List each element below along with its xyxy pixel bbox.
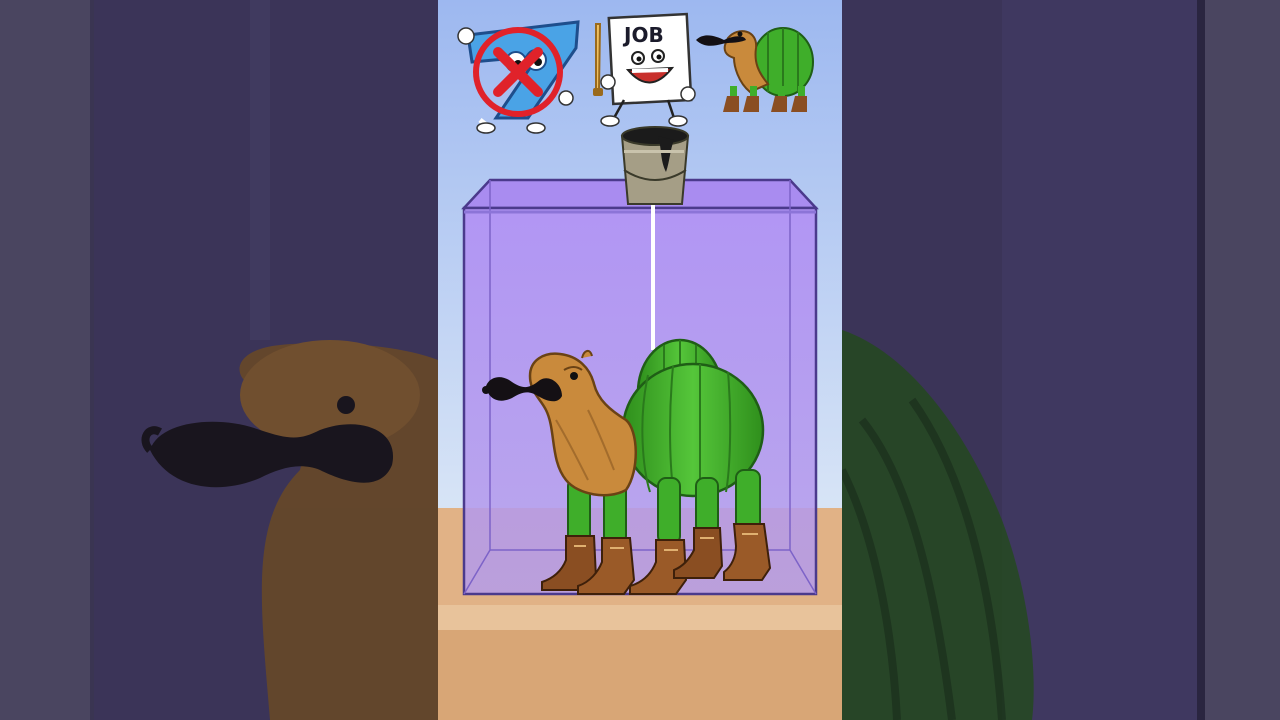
paint-bucket-dropper[interactable]	[620, 126, 690, 205]
paint-stream	[651, 205, 655, 350]
blurred-backdrop-left	[0, 0, 438, 720]
job-card-label: JOB	[622, 23, 664, 47]
paint-bucket-icon	[620, 126, 690, 205]
blurred-backdrop-right	[842, 0, 1280, 720]
game-stage: JOB	[438, 0, 842, 720]
